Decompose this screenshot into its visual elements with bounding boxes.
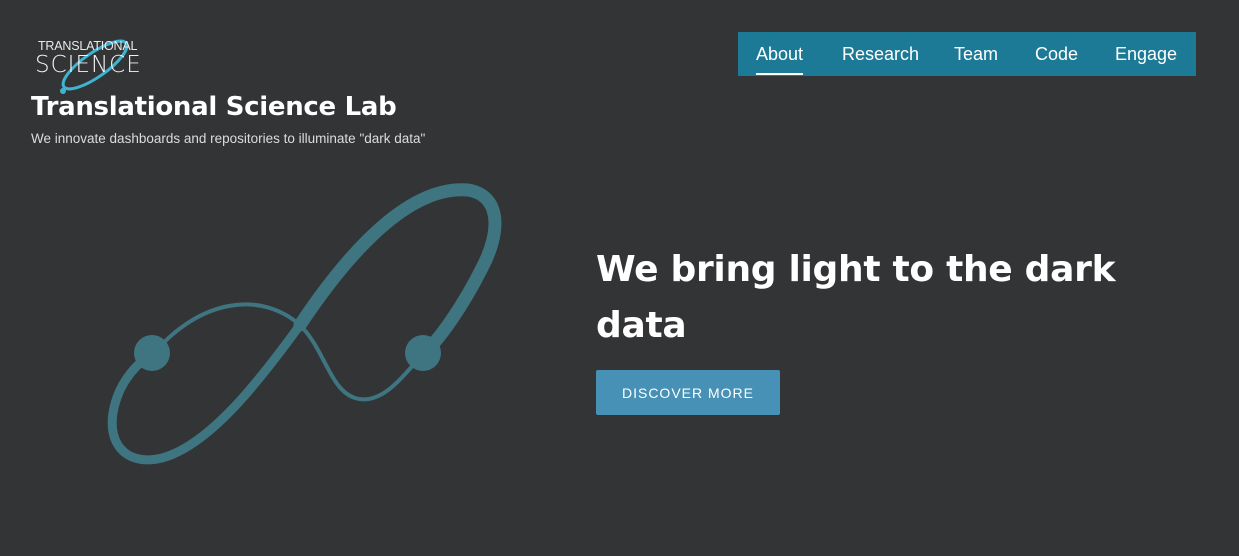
site-logo[interactable]: TRANSLATIONAL SCIENCE: [30, 30, 160, 96]
logo-text-bottom: SCIENCE: [35, 52, 142, 78]
orbit-infinity-icon: [107, 183, 502, 465]
page: TRANSLATIONAL SCIENCE Translational Scie…: [0, 0, 1239, 556]
nav-item-code[interactable]: Code: [1035, 32, 1078, 76]
hero-heading: We bring light to the dark data: [596, 249, 1116, 346]
logo-text-top: TRANSLATIONAL: [38, 39, 138, 53]
site-tagline: We innovate dashboards and repositories …: [31, 131, 426, 146]
nav-item-engage[interactable]: Engage: [1115, 32, 1177, 76]
nav-item-research[interactable]: Research: [842, 32, 919, 76]
nav-item-team[interactable]: Team: [954, 32, 998, 76]
main-nav: About Research Team Code Engage: [738, 32, 1196, 76]
discover-more-button[interactable]: DISCOVER MORE: [596, 370, 780, 415]
site-title[interactable]: Translational Science Lab: [31, 92, 397, 122]
nav-item-about[interactable]: About: [756, 32, 804, 76]
hero-graphic: [100, 180, 510, 470]
